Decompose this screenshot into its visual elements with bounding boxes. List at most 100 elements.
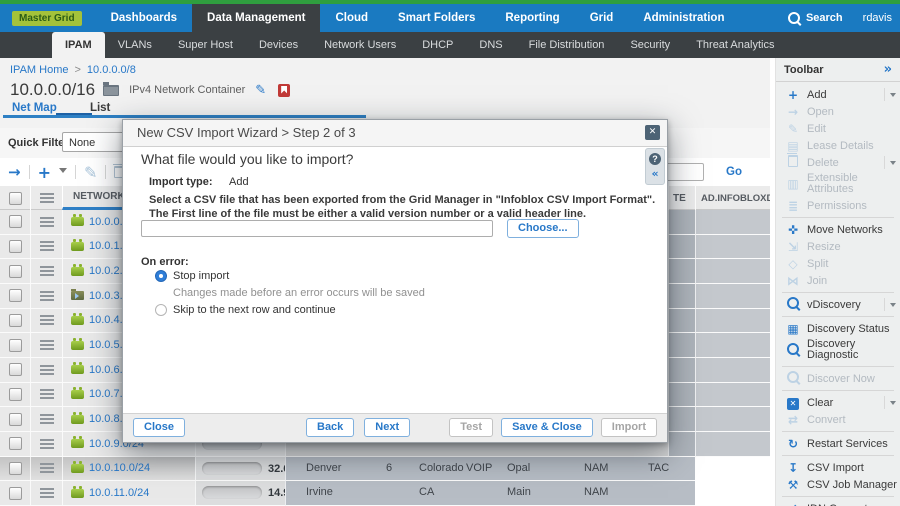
radio-stop-import-label[interactable]: Stop import — [173, 270, 229, 282]
row-menu-icon[interactable] — [40, 291, 54, 301]
radio-stop-import[interactable] — [155, 270, 167, 282]
row-menu-icon[interactable] — [40, 241, 54, 251]
choose-file-button[interactable]: Choose... — [507, 219, 579, 238]
tab-dhcp[interactable]: DHCP — [409, 32, 466, 58]
row-checkbox[interactable] — [9, 462, 22, 475]
toolbar-item-extensible-attributes: ▥Extensible Attributes — [776, 171, 900, 197]
row-menu-icon[interactable] — [40, 439, 54, 449]
menu-grid[interactable]: Grid — [575, 4, 629, 32]
radio-skip-row-label[interactable]: Skip to the next row and continue — [173, 304, 336, 316]
table-row-selected[interactable]: 10.0.10.0/24 32.6% Denver 6 Colorado VOI… — [0, 457, 770, 482]
page-title: 10.0.0.0/16 — [10, 80, 95, 100]
tab-security[interactable]: Security — [617, 32, 683, 58]
row-menu-icon[interactable] — [40, 414, 54, 424]
breadcrumb-ipam-home[interactable]: IPAM Home — [10, 64, 68, 76]
row-menu-icon[interactable] — [40, 365, 54, 375]
back-button[interactable]: Back — [306, 418, 354, 437]
row-menu-icon[interactable] — [40, 488, 54, 498]
network-link[interactable]: 10.0.10.0/24 — [89, 462, 150, 474]
row-checkbox[interactable] — [9, 289, 22, 302]
row-menu-icon[interactable] — [40, 266, 54, 276]
menu-smart-folders[interactable]: Smart Folders — [383, 4, 490, 32]
tab-network-users[interactable]: Network Users — [311, 32, 409, 58]
toolbar-item-open: →Open — [776, 103, 900, 120]
user-menu[interactable]: rdavis — [863, 12, 892, 24]
menu-cloud[interactable]: Cloud — [320, 4, 383, 32]
row-checkbox[interactable] — [9, 339, 22, 352]
row-checkbox[interactable] — [9, 363, 22, 376]
chevron-down-icon[interactable] — [890, 401, 896, 408]
row-checkbox[interactable] — [9, 240, 22, 253]
radio-skip-row[interactable] — [155, 304, 167, 316]
column-site[interactable]: TE — [668, 186, 695, 210]
row-checkbox[interactable] — [9, 437, 22, 450]
add-caret-icon[interactable] — [59, 168, 67, 177]
table-row[interactable]: 10.0.11.0/24 14.9% Irvine CA Main NAM — [0, 481, 770, 506]
row-checkbox[interactable] — [9, 215, 22, 228]
divider — [782, 431, 894, 432]
toolbar-item-discovery-diagnostic[interactable]: Discovery Diagnostic — [776, 337, 900, 363]
infoblox-grid-manager: Master Grid Dashboards Data Management C… — [0, 0, 900, 506]
add-icon[interactable]: + — [38, 163, 51, 182]
row-checkbox[interactable] — [9, 265, 22, 278]
row-menu-icon[interactable] — [40, 340, 54, 350]
dialog-footer: Close Back Next Test Save & Close Import — [123, 413, 667, 442]
row-menu-icon[interactable] — [40, 217, 54, 227]
file-path-input[interactable] — [141, 220, 493, 237]
menu-data-management[interactable]: Data Management — [192, 4, 320, 32]
toolbar-item-csv-import[interactable]: ↧CSV Import — [776, 459, 900, 476]
search-icon[interactable] — [788, 12, 800, 24]
menu-administration[interactable]: Administration — [628, 4, 739, 32]
row-menu-icon[interactable] — [40, 463, 54, 473]
utilization-bar — [202, 462, 262, 475]
network-link[interactable]: 10.0.11.0/24 — [89, 487, 149, 499]
save-close-button[interactable]: Save & Close — [501, 418, 593, 437]
toolbar-item-clear[interactable]: ✕Clear — [776, 394, 900, 411]
toolbar-item-label: Resize — [807, 241, 841, 253]
toolbar-item-add[interactable]: +Add — [776, 86, 900, 103]
toolbar-item-label: Open — [807, 106, 834, 118]
quick-filter-label: Quick Filter — [8, 137, 69, 149]
toolbar-item-discovery-status[interactable]: ▦Discovery Status — [776, 320, 900, 337]
tab-threat-analytics[interactable]: Threat Analytics — [683, 32, 787, 58]
chevron-down-icon[interactable] — [890, 303, 896, 310]
collapse-panel-icon[interactable]: » — [884, 62, 892, 77]
tab-net-map[interactable]: Net Map — [12, 102, 57, 114]
row-checkbox[interactable] — [9, 314, 22, 327]
row-checkbox[interactable] — [9, 413, 22, 426]
breadcrumb-parent[interactable]: 10.0.0.0/8 — [87, 64, 136, 76]
tab-dns[interactable]: DNS — [466, 32, 515, 58]
toolbar-item-move-networks[interactable]: ✜Move Networks — [776, 221, 900, 238]
menu-dashboards[interactable]: Dashboards — [96, 4, 192, 32]
edit-pencil-icon[interactable]: ✎ — [255, 83, 266, 98]
tab-vlans[interactable]: VLANs — [105, 32, 165, 58]
help-icon[interactable]: ? — [649, 153, 661, 165]
column-menu-icon[interactable] — [40, 193, 54, 203]
go-button[interactable]: Go — [726, 166, 742, 178]
menu-reporting[interactable]: Reporting — [490, 4, 574, 32]
chevron-down-icon[interactable] — [890, 93, 896, 100]
search-label[interactable]: Search — [806, 12, 843, 24]
tab-ipam[interactable]: IPAM — [52, 32, 105, 58]
tab-list[interactable]: List — [90, 102, 110, 114]
row-menu-icon[interactable] — [40, 315, 54, 325]
select-all-checkbox[interactable] — [9, 192, 22, 205]
row-menu-icon[interactable] — [40, 389, 54, 399]
toolbar-item-vdiscovery[interactable]: vDiscovery — [776, 296, 900, 313]
close-icon[interactable]: ✕ — [645, 125, 660, 140]
collapse-help-icon[interactable]: « — [646, 167, 664, 181]
network-container-icon — [103, 85, 119, 96]
close-button[interactable]: Close — [133, 418, 185, 437]
tab-file-distribution[interactable]: File Distribution — [516, 32, 618, 58]
tab-devices[interactable]: Devices — [246, 32, 311, 58]
toolbar-item-csv-job-manager[interactable]: ⚒CSV Job Manager — [776, 476, 900, 493]
next-button[interactable]: Next — [364, 418, 410, 437]
tab-super-host[interactable]: Super Host — [165, 32, 246, 58]
toolbar-item-idn-converter[interactable]: ⇄IDN Converter — [776, 500, 900, 506]
row-checkbox[interactable] — [9, 388, 22, 401]
forward-arrow-icon[interactable]: → — [8, 163, 21, 181]
toolbar-item-restart-services[interactable]: ↻Restart Services — [776, 435, 900, 452]
bookmark-icon[interactable] — [278, 84, 290, 97]
column-ad-infoblox[interactable]: AD.INFOBLOXDE — [695, 186, 770, 210]
row-checkbox[interactable] — [9, 487, 22, 500]
